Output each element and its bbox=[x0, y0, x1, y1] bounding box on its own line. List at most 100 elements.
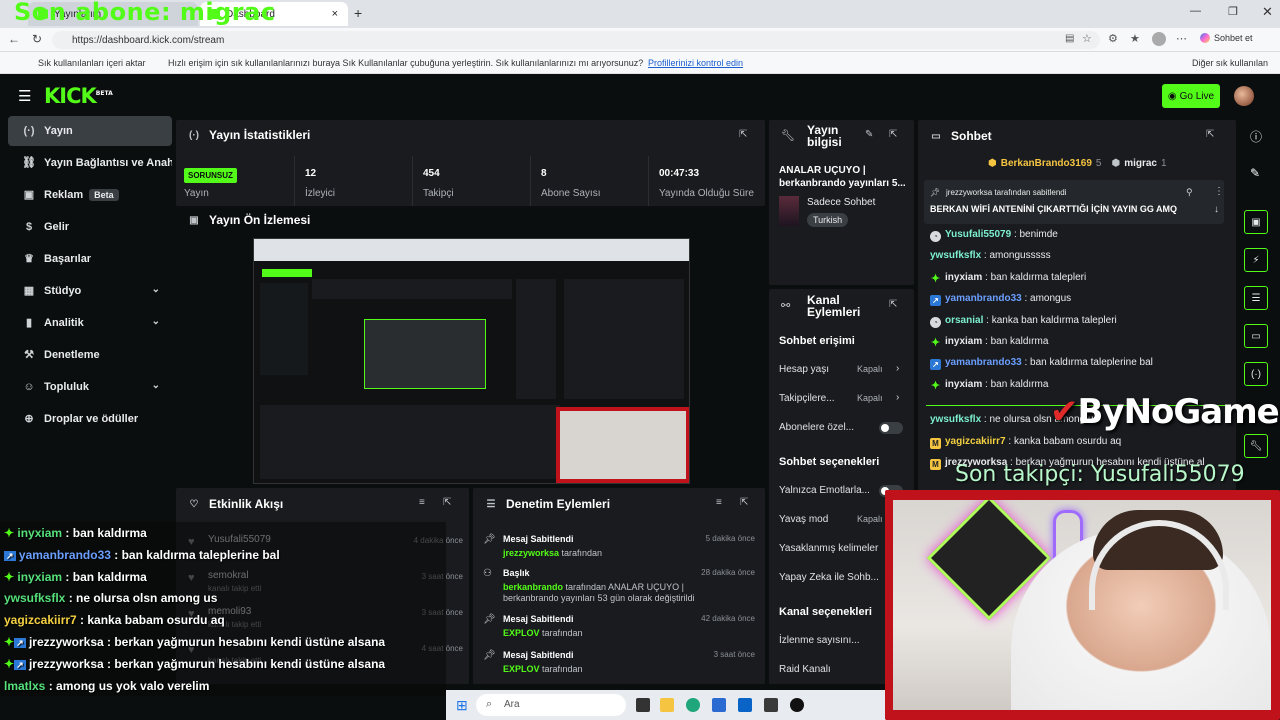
sidebar-item[interactable]: $Gelir bbox=[8, 212, 172, 242]
favorites-icon[interactable]: ★ bbox=[1130, 32, 1140, 45]
popout-icon[interactable]: ⇱ bbox=[889, 129, 897, 140]
reader-icon[interactable]: ▤ bbox=[1065, 33, 1074, 44]
chat-username[interactable]: yamanbrando33 bbox=[945, 357, 1022, 368]
chat-text: : ban kaldırma talepleri bbox=[985, 272, 1086, 283]
panel-title: Etkinlik Akışı bbox=[209, 497, 283, 511]
chat-username[interactable]: inyxiam bbox=[945, 379, 982, 390]
followers-only-value: Kapalı bbox=[857, 393, 883, 403]
sidebar-item[interactable]: ☺Topluluk⌄ bbox=[8, 372, 172, 402]
maximize-icon[interactable]: ❐ bbox=[1228, 5, 1238, 18]
go-live-button[interactable]: ◉Go Live bbox=[1162, 84, 1220, 108]
chat-username[interactable]: yagizcakiirr7 bbox=[945, 436, 1006, 447]
popout-icon[interactable]: ⇱ bbox=[1206, 129, 1214, 140]
account-age-setting[interactable]: Hesap yaşı bbox=[779, 364, 909, 375]
filter-icon[interactable]: ≡ bbox=[419, 497, 425, 508]
moderation-user[interactable]: jrezzyworksa bbox=[503, 548, 559, 558]
chevron-down-icon[interactable]: ⌄ bbox=[152, 284, 160, 295]
preview-icon: ▣ bbox=[1251, 217, 1260, 228]
sidebar-item[interactable]: ⛓Yayın Bağlantısı ve Anahtar bbox=[8, 148, 172, 178]
favorite-star-icon[interactable]: ☆ bbox=[1082, 32, 1092, 45]
app-icon[interactable] bbox=[764, 698, 778, 712]
url-input[interactable]: https://dashboard.kick.com/stream bbox=[52, 31, 1100, 49]
popout-icon[interactable]: ⇱ bbox=[443, 497, 451, 508]
edit-icon[interactable]: ✎ bbox=[865, 129, 873, 140]
sidebar-item[interactable]: ⊕Droplar ve ödüller bbox=[8, 404, 172, 434]
chat-text: : ban kaldırma bbox=[985, 336, 1048, 347]
sidebar-item[interactable]: ▦Stüdyo⌄ bbox=[8, 276, 172, 306]
more-vertical-icon[interactable]: ⋮ bbox=[1214, 186, 1224, 197]
chevron-right-icon[interactable]: › bbox=[896, 392, 899, 403]
copilot-button[interactable]: Sohbet et bbox=[1200, 33, 1253, 43]
popout-icon[interactable]: ⇱ bbox=[739, 129, 747, 140]
sidebar-item[interactable]: ♛Başarılar bbox=[8, 244, 172, 274]
extensions-icon[interactable]: ⚙ bbox=[1108, 32, 1118, 45]
chat-username[interactable]: yamanbrando33 bbox=[945, 293, 1022, 304]
refresh-icon[interactable]: ↻ bbox=[32, 32, 42, 46]
rail-broadcast-button[interactable]: (·) bbox=[1244, 362, 1268, 386]
unpin-icon[interactable]: ⚲ bbox=[1186, 187, 1193, 198]
minimize-icon[interactable]: — bbox=[1190, 5, 1201, 17]
rail-wrench-button[interactable]: 🔧︎ bbox=[1244, 434, 1268, 458]
file-explorer-icon[interactable] bbox=[660, 698, 674, 712]
moderation-item: 📌︎Mesaj Sabitlendijrezzyworksa tarafında… bbox=[483, 532, 755, 568]
pencil-icon[interactable]: ✎ bbox=[1250, 166, 1260, 180]
store-icon[interactable] bbox=[712, 698, 726, 712]
other-bookmarks[interactable]: Diğer sık kullanılan bbox=[1192, 58, 1268, 68]
sidebar-item[interactable]: ▮Analitik⌄ bbox=[8, 308, 172, 338]
list-icon: ☰ bbox=[485, 499, 497, 510]
chevron-down-icon[interactable]: ⌄ bbox=[152, 380, 160, 391]
category-name[interactable]: Sadece Sohbet bbox=[807, 197, 875, 208]
slow-mode-value: Kapalı bbox=[857, 514, 883, 524]
stat-label: Takipçi bbox=[423, 188, 454, 199]
sidebar-item[interactable]: (·)Yayın bbox=[8, 116, 172, 146]
sidebar-item[interactable]: ▣ReklamBeta bbox=[8, 180, 172, 210]
obs-icon[interactable] bbox=[790, 698, 804, 712]
avatar[interactable] bbox=[1234, 86, 1254, 106]
rail-bolt-button[interactable]: ⚡︎ bbox=[1244, 248, 1268, 272]
new-tab-icon[interactable]: + bbox=[354, 5, 362, 21]
rail-chat-button[interactable]: ▭ bbox=[1244, 324, 1268, 348]
search-icon: ⌕ bbox=[486, 698, 492, 711]
close-tab-icon[interactable]: × bbox=[332, 8, 338, 20]
popout-icon[interactable]: ⇱ bbox=[889, 299, 897, 310]
chat-username[interactable]: ywsufksflx bbox=[930, 414, 981, 425]
stream-preview-video[interactable] bbox=[253, 238, 690, 484]
pin-icon: 📌︎ bbox=[483, 534, 496, 545]
moderation-user[interactable]: EXPLOV bbox=[503, 664, 540, 674]
chevron-right-icon[interactable]: › bbox=[896, 363, 899, 374]
chat-bubble-icon: ▭ bbox=[1251, 331, 1260, 342]
subs-only-toggle[interactable] bbox=[879, 422, 903, 434]
overlay-chat-text: : ban kaldırma bbox=[62, 526, 147, 540]
import-bookmarks-link[interactable]: Sık kullanılanları içeri aktar bbox=[38, 58, 146, 68]
outlook-icon[interactable] bbox=[738, 698, 752, 712]
close-window-icon[interactable]: ✕ bbox=[1262, 4, 1273, 20]
profile-icon[interactable] bbox=[1152, 32, 1166, 46]
moderation-user[interactable]: EXPLOV bbox=[503, 628, 540, 638]
windows-start-icon[interactable]: ⊞ bbox=[456, 697, 468, 714]
taskbar-search[interactable]: Ara bbox=[476, 694, 626, 716]
rail-list-button[interactable]: ☰ bbox=[1244, 286, 1268, 310]
menu-icon[interactable]: ☰ bbox=[18, 87, 31, 105]
chat-username[interactable]: inyxiam bbox=[945, 336, 982, 347]
expand-icon[interactable]: ↓ bbox=[1214, 204, 1219, 215]
chevron-down-icon[interactable]: ⌄ bbox=[152, 316, 160, 327]
followers-only-setting[interactable]: Takipçilere... bbox=[779, 393, 909, 404]
task-view-icon[interactable] bbox=[636, 698, 650, 712]
kick-logo[interactable]: KICKBETA bbox=[44, 84, 113, 108]
stat-label: Abone Sayısı bbox=[541, 188, 600, 199]
back-icon[interactable]: ← bbox=[8, 32, 20, 46]
chat-username[interactable]: Yusufali55079 bbox=[945, 229, 1011, 240]
moderation-user[interactable]: berkanbrando bbox=[503, 582, 563, 592]
info-icon[interactable]: ⓘ bbox=[1250, 128, 1262, 145]
edge-icon[interactable] bbox=[686, 698, 700, 712]
popout-icon[interactable]: ⇱ bbox=[740, 497, 748, 508]
filter-icon[interactable]: ≡ bbox=[716, 497, 722, 508]
sidebar-item[interactable]: ⚒Denetleme bbox=[8, 340, 172, 370]
moderation-time: 5 dakika önce bbox=[706, 534, 755, 543]
chat-username[interactable]: orsanial bbox=[945, 315, 983, 326]
more-icon[interactable]: ⋯ bbox=[1176, 32, 1187, 45]
chat-username[interactable]: inyxiam bbox=[945, 272, 982, 283]
chat-username[interactable]: ywsufksflx bbox=[930, 250, 981, 261]
profiles-link[interactable]: Profillerinizi kontrol edin bbox=[648, 58, 743, 68]
rail-preview-button[interactable]: ▣ bbox=[1244, 210, 1268, 234]
